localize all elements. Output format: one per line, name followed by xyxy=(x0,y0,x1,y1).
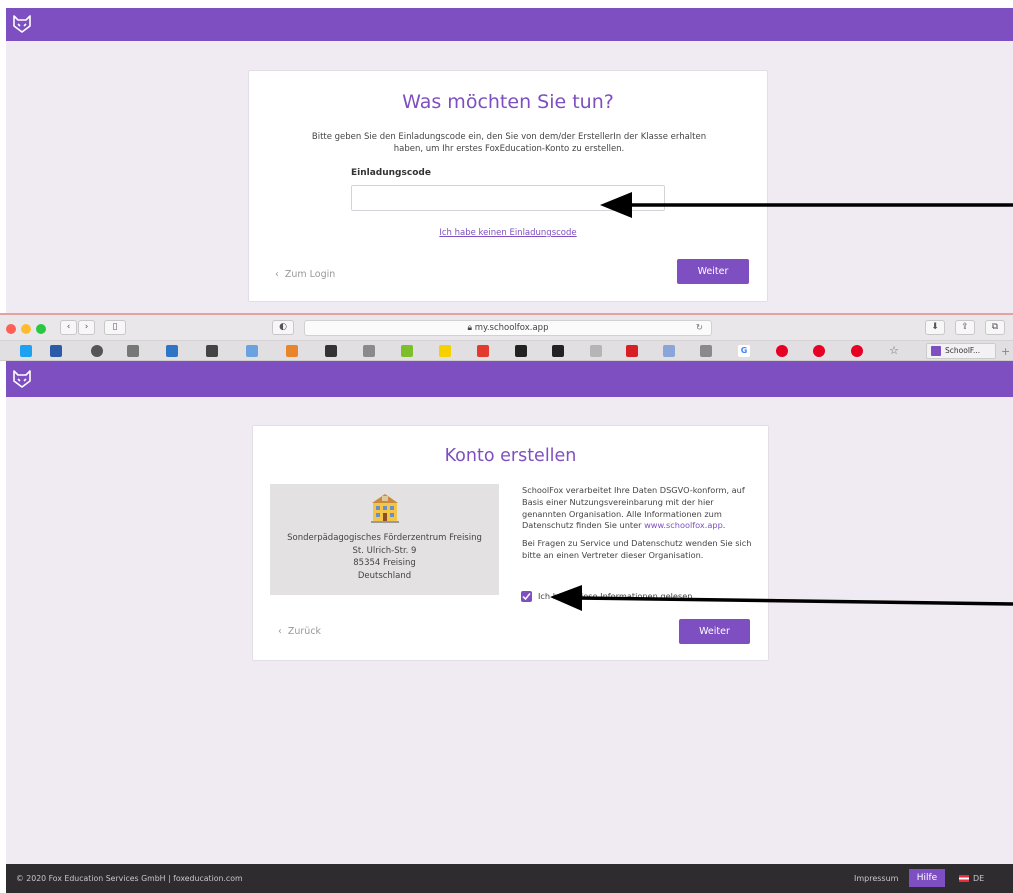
flag-icon xyxy=(959,875,969,882)
bookmark-lidl-icon[interactable] xyxy=(439,345,451,357)
back-to-login-button[interactable]: ‹ Zum Login xyxy=(275,269,335,280)
bookmark-grid-icon[interactable] xyxy=(626,345,638,357)
language-selector[interactable]: DE xyxy=(959,874,984,883)
organisation-street: St. Ulrich-Str. 9 xyxy=(352,545,417,556)
bookmarks-bar: G ☆ SchoolF... + xyxy=(0,341,1013,361)
next-button[interactable]: Weiter xyxy=(677,259,749,284)
lock-icon: 🔒︎ xyxy=(467,323,473,333)
chevron-left-icon: ‹ xyxy=(275,269,279,280)
organisation-box: Sonderpädagogisches Förderzentrum Freisi… xyxy=(270,484,499,595)
bookmark-icon[interactable] xyxy=(246,345,258,357)
bookmark-icon[interactable] xyxy=(50,345,62,357)
no-invite-code-link[interactable]: Ich habe keinen Einladungscode xyxy=(249,228,767,238)
back-label: Zurück xyxy=(287,626,322,637)
url-text: my.schoolfox.app xyxy=(474,323,549,333)
bookmark-cc-icon[interactable] xyxy=(91,345,103,357)
share-icon[interactable]: ⇪ xyxy=(955,320,975,335)
bookmark-icon[interactable] xyxy=(325,345,337,357)
consent-checkbox[interactable] xyxy=(521,591,532,602)
bookmark-icon[interactable] xyxy=(663,345,675,357)
card-description: Bitte geben Sie den Einladungscode ein, … xyxy=(311,132,707,154)
bookmark-g-icon[interactable] xyxy=(286,345,298,357)
invite-code-label: Einladungscode xyxy=(351,168,431,178)
bookmark-a-icon[interactable] xyxy=(363,345,375,357)
forward-arrow-icon[interactable]: › xyxy=(78,320,95,335)
back-arrow-icon[interactable]: ‹ xyxy=(60,320,77,335)
bookmark-instagram-icon[interactable] xyxy=(206,345,218,357)
bookmark-c-green-icon[interactable] xyxy=(401,345,413,357)
privacy-info: SchoolFox verarbeitet Ihre Daten DSGVO-k… xyxy=(522,485,752,568)
close-window-icon[interactable] xyxy=(6,324,16,334)
minimize-window-icon[interactable] xyxy=(21,324,31,334)
schoolfox-favicon-icon xyxy=(931,346,941,356)
bookmark-a-serif-icon[interactable] xyxy=(590,345,602,357)
star-icon[interactable]: ☆ xyxy=(888,345,900,357)
privacy-shield-icon[interactable]: ◐ xyxy=(272,320,294,335)
chevron-left-icon: ‹ xyxy=(278,626,282,637)
school-building-icon xyxy=(369,493,401,523)
tab-title: SchoolF... xyxy=(945,346,981,355)
bookmark-google-icon[interactable]: G xyxy=(738,345,750,357)
language-label: DE xyxy=(973,874,985,883)
organisation-name: Sonderpädagogisches Förderzentrum Freisi… xyxy=(287,533,482,543)
bookmark-pinterest-icon[interactable] xyxy=(776,345,788,357)
consent-label[interactable]: Ich habe diese Informationen gelesen xyxy=(538,591,692,601)
checkmark-icon xyxy=(522,593,531,601)
schoolfox-website-link[interactable]: www.schoolfox.app xyxy=(644,520,723,530)
organisation-country: Deutschland xyxy=(357,570,412,581)
bookmark-4-icon[interactable] xyxy=(477,345,489,357)
download-icon[interactable]: ⬇ xyxy=(925,320,945,335)
organisation-address: Sonderpädagogisches Förderzentrum Freisi… xyxy=(270,532,499,582)
bookmark-twitter-icon[interactable] xyxy=(20,345,32,357)
back-to-login-label: Zum Login xyxy=(284,269,336,280)
invite-code-card: Was möchten Sie tun? Bitte geben Sie den… xyxy=(248,70,768,302)
next-button[interactable]: Weiter xyxy=(679,619,750,644)
privacy-info-paragraph-2: Bei Fragen zu Service und Datenschutz we… xyxy=(522,538,752,560)
bookmark-pinterest-icon[interactable] xyxy=(813,345,825,357)
bookmark-amazon-icon[interactable] xyxy=(515,345,527,357)
card-title: Konto erstellen xyxy=(444,446,577,466)
fox-logo-icon[interactable] xyxy=(12,15,32,33)
help-button[interactable]: Hilfe xyxy=(909,869,945,887)
tabs-overview-icon[interactable]: ⧉ xyxy=(985,320,1005,335)
new-tab-icon[interactable]: + xyxy=(1001,345,1010,358)
bookmark-outlook-icon[interactable] xyxy=(166,345,178,357)
bookmark-pinterest-icon[interactable] xyxy=(851,345,863,357)
browser-tab-schoolfox[interactable]: SchoolF... xyxy=(926,343,996,359)
sidebar-icon[interactable]: ▯ xyxy=(104,320,126,335)
create-account-card: Konto erstellen Sonderpädagogisches Förd… xyxy=(252,425,769,661)
browser-toolbar: ‹ › ▯ ◐ 🔒︎ my.schoolfox.app ↻ ⬇ ⇪ ⧉ xyxy=(0,315,1013,341)
maximize-window-icon[interactable] xyxy=(36,324,46,334)
invite-code-input[interactable] xyxy=(351,185,665,211)
impressum-link[interactable]: Impressum xyxy=(854,874,898,883)
organisation-city: 85354 Freising xyxy=(353,558,416,568)
copyright-text: © 2020 Fox Education Services GmbH | fox… xyxy=(16,874,243,883)
privacy-info-text-end: . xyxy=(722,520,726,531)
card-title: Was möchten Sie tun? xyxy=(402,91,614,113)
app-header xyxy=(6,361,1013,397)
back-button[interactable]: ‹ Zurück xyxy=(278,626,321,637)
fox-logo-icon[interactable] xyxy=(12,370,32,388)
footer: © 2020 Fox Education Services GmbH | fox… xyxy=(6,864,1013,893)
privacy-info-paragraph-1: SchoolFox verarbeitet Ihre Daten DSGVO-k… xyxy=(522,485,752,532)
bookmark-a-icon[interactable] xyxy=(700,345,712,357)
address-bar[interactable]: 🔒︎ my.schoolfox.app ↻ xyxy=(304,320,712,336)
bookmark-amazon-icon[interactable] xyxy=(552,345,564,357)
reload-icon[interactable]: ↻ xyxy=(696,321,703,335)
app-header-top xyxy=(6,8,1013,41)
bookmark-c-icon[interactable] xyxy=(127,345,139,357)
